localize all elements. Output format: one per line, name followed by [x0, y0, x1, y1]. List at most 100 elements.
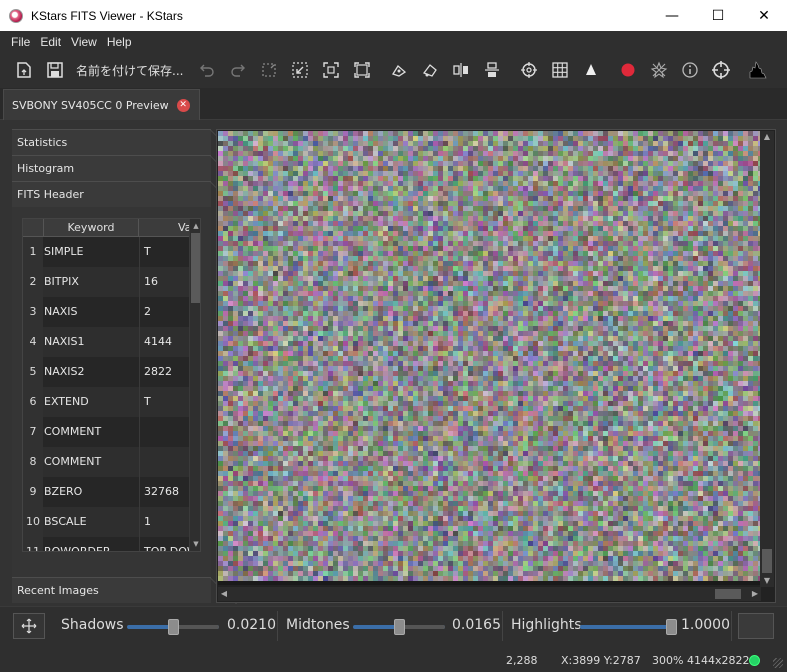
- midtones-slider[interactable]: [353, 619, 445, 635]
- table-row[interactable]: 7 COMMENT: [23, 417, 189, 447]
- table-row[interactable]: 3 NAXIS 2: [23, 297, 189, 327]
- scroll-down-icon[interactable]: ▼: [191, 538, 200, 550]
- row-number: 6: [23, 387, 43, 417]
- image-view[interactable]: ▲ ▼ ◀ ▶: [216, 129, 776, 603]
- cursor-coordinates: X:3899 Y:2787: [561, 654, 641, 667]
- table-row[interactable]: 9 BZERO 32768: [23, 477, 189, 507]
- table-row[interactable]: 4 NAXIS1 4144: [23, 327, 189, 357]
- section-recent-images[interactable]: Recent Images: [12, 577, 211, 603]
- zoom-level: 300%: [652, 654, 684, 667]
- row-keyword: ROWORDER: [43, 537, 140, 551]
- menu-edit[interactable]: Edit: [40, 35, 61, 49]
- row-value: 32768: [140, 477, 189, 507]
- midtones-value: 0.0165: [452, 617, 501, 633]
- section-statistics[interactable]: Statistics: [12, 129, 211, 155]
- content-area: Statistics Histogram FITS Header Keyword…: [0, 120, 787, 606]
- scroll-thumb[interactable]: [191, 233, 200, 303]
- save-as-button[interactable]: 名前を付けて保存...: [76, 62, 183, 79]
- stretch-controls: Shadows 0.0210 Midtones 0.0165 Highlight…: [0, 606, 787, 644]
- menu-help[interactable]: Help: [107, 35, 132, 49]
- table-row[interactable]: 11ROWORDERTOP-DOWN: [23, 537, 189, 551]
- table-row[interactable]: 6 EXTEND T: [23, 387, 189, 417]
- menu-view[interactable]: View: [71, 35, 97, 49]
- highlights-label: Highlights: [511, 617, 582, 633]
- scroll-up-icon[interactable]: ▲: [191, 220, 200, 232]
- save-icon[interactable]: [39, 56, 70, 84]
- row-value: 2822: [140, 357, 189, 387]
- fits-image[interactable]: [218, 131, 761, 585]
- menu-file[interactable]: File: [11, 35, 30, 49]
- image-vertical-scrollbar[interactable]: ▲ ▼: [760, 131, 774, 587]
- maximize-button[interactable]: ☐: [695, 0, 741, 31]
- target-icon[interactable]: [705, 56, 736, 84]
- record-icon[interactable]: [612, 56, 643, 84]
- column-header-value[interactable]: Value: [140, 219, 190, 237]
- row-number: 7: [23, 417, 43, 447]
- row-keyword: BITPIX: [43, 267, 140, 297]
- noise-image: [218, 131, 761, 585]
- row-number: 11: [23, 537, 43, 551]
- table-row[interactable]: 8 COMMENT: [23, 447, 189, 477]
- open-file-icon[interactable]: [8, 56, 39, 84]
- table-row[interactable]: 1 SIMPLE T: [23, 237, 189, 267]
- scroll-up-icon[interactable]: ▲: [760, 131, 774, 143]
- tab-close-icon[interactable]: ✕: [176, 98, 190, 112]
- minimize-button[interactable]: —: [649, 0, 695, 31]
- triangle-icon[interactable]: [575, 56, 606, 84]
- row-number: 1: [23, 237, 43, 267]
- scroll-down-icon[interactable]: ▼: [760, 575, 774, 587]
- scroll-thumb[interactable]: [715, 589, 741, 599]
- flip-horizontal-icon[interactable]: [445, 56, 476, 84]
- row-keyword: NAXIS1: [43, 327, 140, 357]
- resize-grip-icon[interactable]: [773, 658, 783, 668]
- pixel-grid-icon[interactable]: [544, 56, 575, 84]
- scroll-left-icon[interactable]: ◀: [218, 587, 230, 601]
- tab-preview[interactable]: SVBONY SV405CC 0 Preview ✕: [3, 89, 200, 120]
- row-value: [140, 447, 189, 477]
- color-preview-button[interactable]: [738, 613, 774, 639]
- table-row[interactable]: 2 BITPIX 16: [23, 267, 189, 297]
- table-row[interactable]: 10 BSCALE 1: [23, 507, 189, 537]
- section-fits-header[interactable]: FITS Header: [12, 181, 211, 207]
- zoom-out-icon[interactable]: [346, 56, 377, 84]
- table-row[interactable]: 5 NAXIS2 2822: [23, 357, 189, 387]
- info-icon[interactable]: [674, 56, 705, 84]
- histogram-chart-icon[interactable]: [742, 56, 773, 84]
- row-number: 8: [23, 447, 43, 477]
- redo-icon[interactable]: [222, 56, 253, 84]
- slider-knob[interactable]: [666, 619, 677, 635]
- zoom-fit-icon[interactable]: [284, 56, 315, 84]
- image-size: 4144x2822: [687, 654, 750, 667]
- highlights-value: 1.0000: [681, 617, 730, 633]
- shadows-value: 0.0210: [227, 617, 276, 633]
- move-icon[interactable]: [13, 613, 45, 639]
- crosshair-icon[interactable]: [513, 56, 544, 84]
- slider-knob[interactable]: [168, 619, 179, 635]
- row-value: [140, 417, 189, 447]
- flip-vertical-icon[interactable]: [476, 56, 507, 84]
- crop-icon[interactable]: [253, 56, 284, 84]
- table-scrollbar[interactable]: ▲ ▼: [189, 219, 200, 551]
- image-horizontal-scrollbar[interactable]: ◀ ▶: [218, 587, 761, 601]
- scroll-thumb[interactable]: [762, 549, 772, 573]
- close-window-button[interactable]: ✕: [741, 0, 787, 31]
- mark-stars-icon[interactable]: [383, 56, 414, 84]
- row-value: T: [140, 237, 189, 267]
- section-histogram[interactable]: Histogram: [12, 155, 211, 181]
- slider-knob[interactable]: [394, 619, 405, 635]
- shadows-slider[interactable]: [127, 619, 219, 635]
- highlights-slider[interactable]: [580, 619, 677, 635]
- row-keyword: BZERO: [43, 477, 140, 507]
- column-header-keyword[interactable]: Keyword: [43, 219, 139, 237]
- row-value: 4144: [140, 327, 189, 357]
- star-filter-icon[interactable]: [643, 56, 674, 84]
- divider: [502, 611, 503, 641]
- histogram-icon[interactable]: [414, 56, 445, 84]
- zoom-in-icon[interactable]: [315, 56, 346, 84]
- row-value: TOP-DOWN: [140, 537, 189, 551]
- scroll-right-icon[interactable]: ▶: [749, 587, 761, 601]
- fits-header-table: Keyword Value 1SIMPLET2BITPIX163NAXIS24N…: [22, 218, 201, 552]
- undo-icon[interactable]: [191, 56, 222, 84]
- row-number: 10: [23, 507, 43, 537]
- row-value: 1: [140, 507, 189, 537]
